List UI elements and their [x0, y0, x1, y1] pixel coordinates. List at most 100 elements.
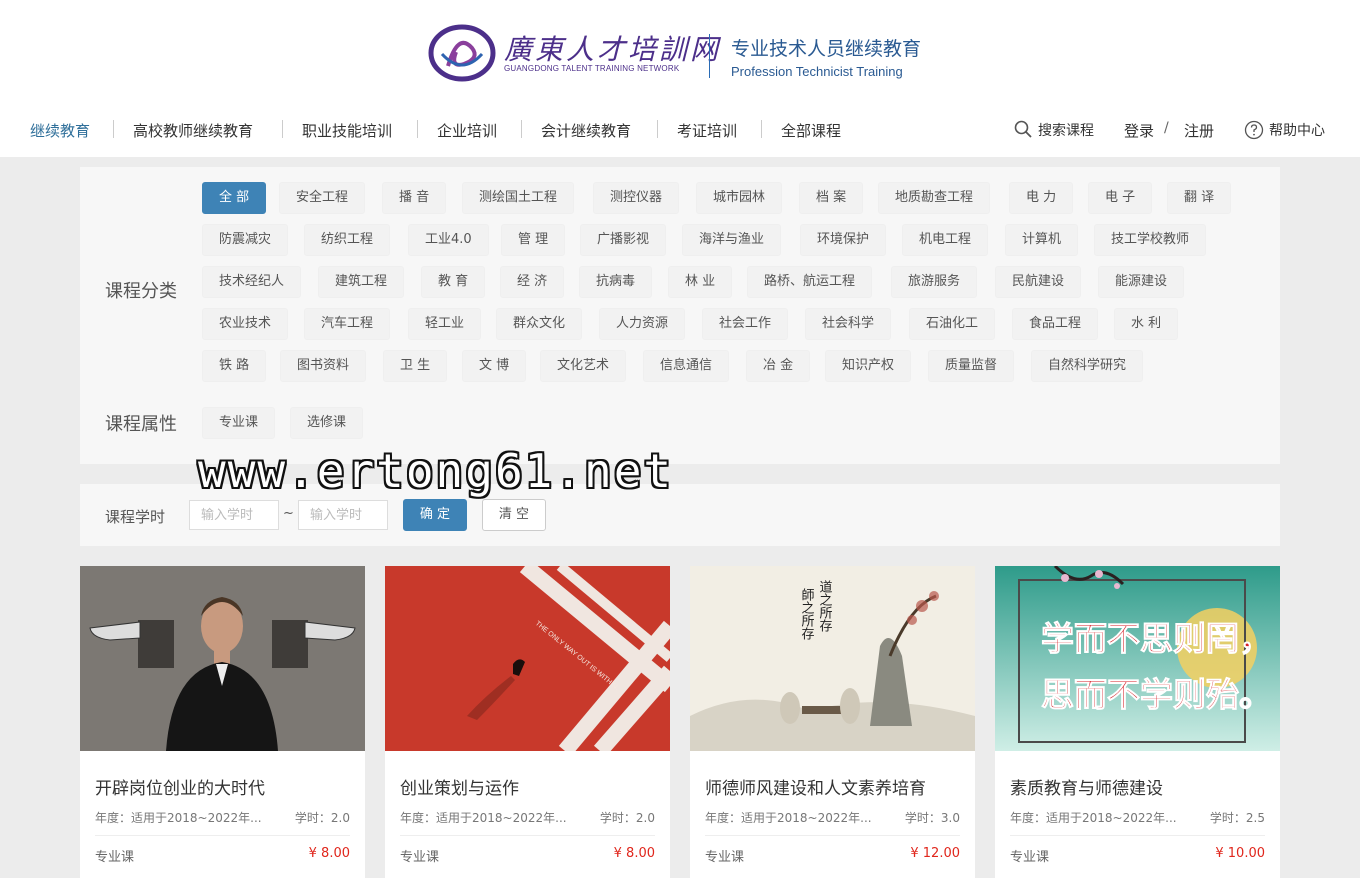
category-chip[interactable]: 翻 译 — [1167, 182, 1232, 214]
category-chip[interactable]: 抗病毒 — [579, 266, 653, 298]
site-logo[interactable]: 廣東人才培訓网 GUANGDONG TALENT TRAINING NETWOR… — [428, 24, 948, 84]
course-hours: 学时：2.0 — [294, 811, 350, 825]
category-chip[interactable]: 社会科学 — [805, 308, 892, 340]
category-chip[interactable]: 石油化工 — [909, 308, 996, 340]
course-price: ¥ 12.00 — [910, 846, 960, 861]
category-chip[interactable]: 冶 金 — [746, 350, 811, 382]
course-thumbnail[interactable] — [80, 566, 365, 751]
category-chip[interactable]: 机电工程 — [902, 224, 989, 256]
nav-vocational-skills[interactable]: 职业技能培训 — [302, 120, 392, 141]
category-chip[interactable]: 水 利 — [1114, 308, 1179, 340]
hours-min-input[interactable] — [189, 500, 279, 530]
register-link[interactable]: 注册 — [1184, 120, 1214, 141]
search-courses-link[interactable]: 搜索课程 — [1038, 120, 1094, 140]
category-label: 课程分类 — [105, 281, 177, 302]
category-chip[interactable]: 路桥、航运工程 — [747, 266, 873, 298]
category-chip[interactable]: 防震减灾 — [202, 224, 289, 256]
category-chip[interactable]: 农业技术 — [202, 308, 289, 340]
nav-certification[interactable]: 考证培训 — [677, 120, 737, 141]
category-chip-all[interactable]: 全 部 — [202, 182, 267, 214]
category-chip[interactable]: 计算机 — [1005, 224, 1079, 256]
card-divider — [705, 835, 960, 836]
nav-all-courses[interactable]: 全部课程 — [781, 120, 841, 141]
category-chip[interactable]: 安全工程 — [279, 182, 366, 214]
category-chip[interactable]: 自然科学研究 — [1031, 350, 1144, 382]
course-title[interactable]: 素质教育与师德建设 — [1010, 774, 1163, 799]
top-header: 廣東人才培訓网 GUANGDONG TALENT TRAINING NETWOR… — [0, 0, 1360, 157]
category-chip[interactable]: 管 理 — [501, 224, 566, 256]
category-chip[interactable]: 食品工程 — [1012, 308, 1099, 340]
logo-slogan-english: Profession Technicist Training — [731, 64, 903, 79]
course-hours: 学时：2.0 — [599, 811, 655, 825]
image-calligraphy-2: 師之所存 — [799, 588, 815, 640]
category-chip[interactable]: 纺织工程 — [304, 224, 391, 256]
course-thumbnail[interactable]: THE ONLY WAY OUT IS WITHIN. — [385, 566, 670, 751]
category-chip[interactable]: 经 济 — [500, 266, 565, 298]
category-chip[interactable]: 教 育 — [421, 266, 486, 298]
category-chip[interactable]: 民航建设 — [995, 266, 1082, 298]
confirm-button[interactable]: 确 定 — [403, 499, 467, 531]
clear-button[interactable]: 清 空 — [482, 499, 546, 531]
category-chip[interactable]: 技术经纪人 — [202, 266, 302, 298]
category-chip[interactable]: 广播影视 — [580, 224, 667, 256]
nav-divider — [113, 120, 114, 138]
course-card[interactable]: THE ONLY WAY OUT IS WITHIN. 创业策划与运作 年度：适… — [385, 566, 670, 878]
category-chip[interactable]: 林 业 — [668, 266, 733, 298]
category-chip[interactable]: 铁 路 — [202, 350, 267, 382]
attribute-chip-elective[interactable]: 选修课 — [290, 407, 364, 439]
nav-college-teachers[interactable]: 高校教师继续教育 — [133, 120, 253, 141]
category-chip[interactable]: 群众文化 — [496, 308, 583, 340]
help-center-link[interactable]: 帮助中心 — [1269, 120, 1325, 140]
course-title[interactable]: 开辟岗位创业的大时代 — [95, 774, 265, 799]
category-chip[interactable]: 测控仪器 — [593, 182, 680, 214]
attribute-chip-professional[interactable]: 专业课 — [202, 407, 276, 439]
category-chip[interactable]: 地质勘查工程 — [878, 182, 991, 214]
category-chip[interactable]: 文化艺术 — [540, 350, 627, 382]
card-divider — [400, 835, 655, 836]
category-chip[interactable]: 知识产权 — [825, 350, 912, 382]
category-chip[interactable]: 人力资源 — [599, 308, 686, 340]
category-chip[interactable]: 社会工作 — [702, 308, 789, 340]
category-chip[interactable]: 汽车工程 — [304, 308, 391, 340]
category-chip[interactable]: 能源建设 — [1098, 266, 1185, 298]
category-chip[interactable]: 轻工业 — [408, 308, 482, 340]
category-chip[interactable]: 电 力 — [1009, 182, 1074, 214]
category-chip[interactable]: 信息通信 — [643, 350, 730, 382]
hours-max-input[interactable] — [298, 500, 388, 530]
category-chip[interactable]: 建筑工程 — [318, 266, 405, 298]
category-chip[interactable]: 环境保护 — [800, 224, 887, 256]
category-chip[interactable]: 卫 生 — [383, 350, 448, 382]
logo-divider — [709, 34, 710, 78]
category-chip[interactable]: 技工学校教师 — [1094, 224, 1207, 256]
course-thumbnail[interactable]: 学而不思则罔， 思而不学则殆。 — [995, 566, 1280, 751]
course-thumbnail[interactable]: 道之所存 師之所存 — [690, 566, 975, 751]
category-chip[interactable]: 工业4.0 — [408, 224, 489, 256]
course-year: 年度：适用于2018~2022年... — [1010, 811, 1177, 825]
nav-accounting[interactable]: 会计继续教育 — [541, 120, 631, 141]
category-chip[interactable]: 测绘国土工程 — [462, 182, 575, 214]
category-chip[interactable]: 质量监督 — [928, 350, 1015, 382]
category-chip[interactable]: 电 子 — [1088, 182, 1153, 214]
category-chip[interactable]: 城市园林 — [696, 182, 783, 214]
category-chip[interactable]: 播 音 — [382, 182, 447, 214]
login-register-separator: / — [1164, 120, 1169, 136]
search-icon[interactable] — [1014, 120, 1032, 138]
course-card[interactable]: 学而不思则罔， 思而不学则殆。 素质教育与师德建设 年度：适用于2018~202… — [995, 566, 1280, 878]
question-circle-icon[interactable] — [1244, 120, 1264, 140]
course-title[interactable]: 创业策划与运作 — [400, 774, 519, 799]
category-chip[interactable]: 档 案 — [799, 182, 864, 214]
course-card[interactable]: 道之所存 師之所存 师德师风建设和人文素养培育 年度：适用于2018~2022年… — [690, 566, 975, 878]
nav-divider — [282, 120, 283, 138]
category-chip[interactable]: 海洋与渔业 — [682, 224, 782, 256]
nav-continuing-education[interactable]: 继续教育 — [30, 120, 90, 141]
nav-divider — [521, 120, 522, 138]
course-card[interactable]: 开辟岗位创业的大时代 年度：适用于2018~2022年... 学时：2.0 专业… — [80, 566, 365, 878]
category-chip[interactable]: 旅游服务 — [891, 266, 978, 298]
login-link[interactable]: 登录 — [1124, 120, 1154, 141]
category-chip[interactable]: 图书资料 — [280, 350, 367, 382]
nav-enterprise-training[interactable]: 企业培训 — [437, 120, 497, 141]
category-chip[interactable]: 文 博 — [462, 350, 527, 382]
watermark-text: www.ertong61.net — [198, 444, 674, 498]
card-divider — [1010, 835, 1265, 836]
course-title[interactable]: 师德师风建设和人文素养培育 — [705, 774, 926, 799]
